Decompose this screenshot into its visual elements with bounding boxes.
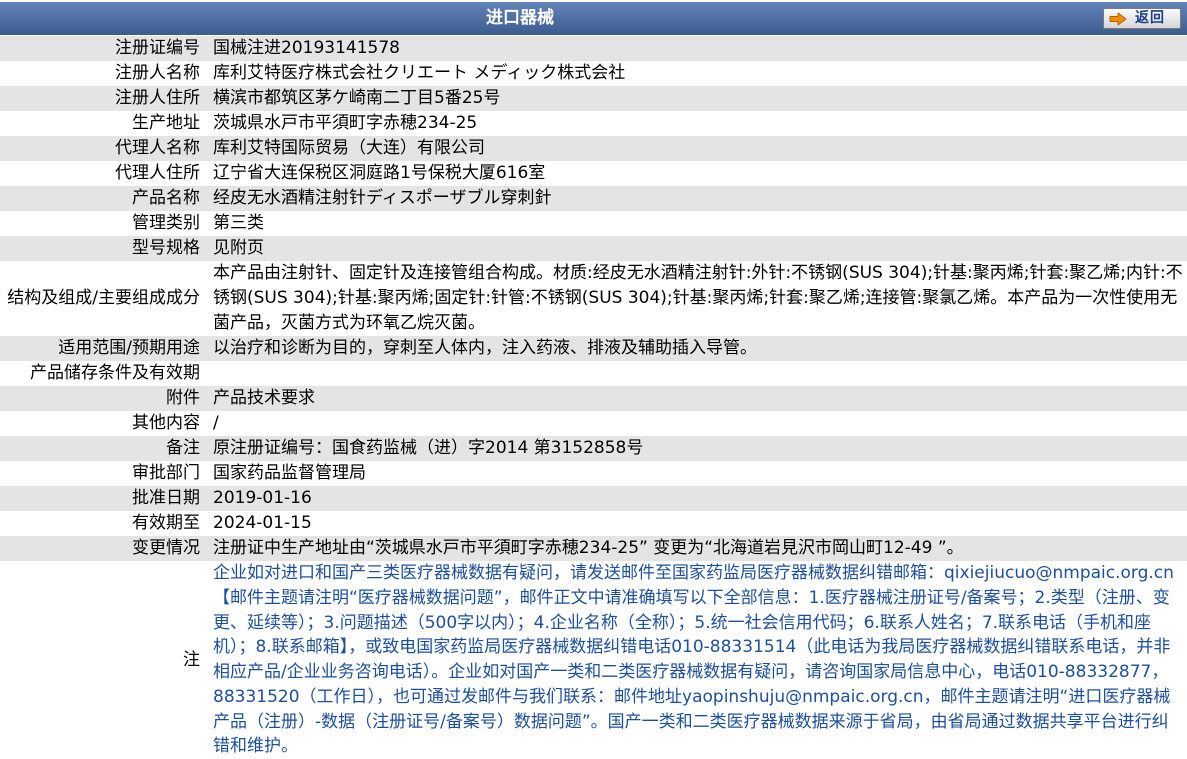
valid-until-label: 有效期至 xyxy=(132,513,200,533)
row-storage-conditions: 产品储存条件及有效期 xyxy=(0,361,1187,386)
row-agent-name: 代理人名称 库利艾特国际贸易（大连）有限公司 xyxy=(0,136,1187,161)
row-approval-department: 审批部门 国家药品监督管理局 xyxy=(0,461,1187,486)
approval-department-value: 国家药品监督管理局 xyxy=(213,463,366,483)
device-detail-page: 进口器械 返回 注册证编号 国械注进20193141578 注册人名称 库利艾特… xyxy=(0,0,1187,759)
row-manufacturing-address: 生产地址 茨城県水戸市平須町字赤穂234-25 xyxy=(0,111,1187,136)
note-text: 企业如对进口和国产三类医疗器械数据有疑问，请发送邮件至国家药监局医疗器械数据纠错… xyxy=(213,563,1174,757)
product-name-label: 产品名称 xyxy=(132,188,200,208)
management-class-value: 第三类 xyxy=(213,213,264,233)
storage-conditions-value xyxy=(205,361,1187,386)
row-remarks: 备注 原注册证编号：国食药监械（进）字2014 第3152858号 xyxy=(0,436,1187,461)
manufacturing-address-value: 茨城県水戸市平須町字赤穂234-25 xyxy=(213,113,478,133)
registration-number-label: 注册证编号 xyxy=(115,38,200,58)
row-structure-composition: 结构及组成/主要组成成分 本产品由注射针、固定针及连接管组合构成。材质:经皮无水… xyxy=(0,261,1187,336)
intended-use-value: 以治疗和诊断为目的，穿刺至人体内，注入药液、排液及辅助插入导管。 xyxy=(213,338,757,358)
approval-department-label: 审批部门 xyxy=(132,463,200,483)
approval-date-label: 批准日期 xyxy=(132,488,200,508)
structure-composition-label: 结构及组成/主要组成成分 xyxy=(7,288,200,308)
row-management-class: 管理类别 第三类 xyxy=(0,211,1187,236)
back-button-label: 返回 xyxy=(1135,10,1165,26)
agent-name-value: 库利艾特国际贸易（大连）有限公司 xyxy=(213,138,485,158)
model-specification-label: 型号规格 xyxy=(132,238,200,258)
row-model-specification: 型号规格 见附页 xyxy=(0,236,1187,261)
row-valid-until: 有效期至 2024-01-15 xyxy=(0,511,1187,536)
arrow-right-icon xyxy=(1109,12,1127,26)
agent-address-value: 辽宁省大连保税区洞庭路1号保税大厦616室 xyxy=(213,163,546,183)
other-content-label: 其他内容 xyxy=(132,413,200,433)
row-agent-address: 代理人住所 辽宁省大连保税区洞庭路1号保税大厦616室 xyxy=(0,161,1187,186)
detail-table: 注册证编号 国械注进20193141578 注册人名称 库利艾特医疗株式会社クリ… xyxy=(0,36,1187,759)
valid-until-value: 2024-01-15 xyxy=(213,513,312,533)
storage-conditions-label: 产品储存条件及有效期 xyxy=(30,363,200,383)
registrant-name-label: 注册人名称 xyxy=(115,63,200,83)
management-class-label: 管理类别 xyxy=(132,213,200,233)
row-product-name: 产品名称 经皮无水酒精注射针ディスポーザブル穿刺針 xyxy=(0,186,1187,211)
change-history-value: 注册证中生产地址由“茨城県水戸市平須町字赤穂234-25” 变更为“北海道岩見沢… xyxy=(213,538,964,558)
remarks-label: 备注 xyxy=(166,438,200,458)
row-attachments: 附件 产品技术要求 xyxy=(0,386,1187,411)
row-registration-number: 注册证编号 国械注进20193141578 xyxy=(0,36,1187,61)
note-label: 注 xyxy=(183,649,200,670)
manufacturing-address-label: 生产地址 xyxy=(132,113,200,133)
row-change-history: 变更情况 注册证中生产地址由“茨城県水戸市平須町字赤穂234-25” 变更为“北… xyxy=(0,536,1187,561)
row-note: 注 企业如对进口和国产三类医疗器械数据有疑问，请发送邮件至国家药监局医疗器械数据… xyxy=(0,561,1187,759)
model-specification-value: 见附页 xyxy=(213,238,264,258)
agent-name-label: 代理人名称 xyxy=(115,138,200,158)
row-other-content: 其他内容 / xyxy=(0,411,1187,436)
remarks-value: 原注册证编号：国食药监械（进）字2014 第3152858号 xyxy=(213,438,644,458)
registrant-address-value: 横滨市都筑区茅ケ崎南二丁目5番25号 xyxy=(213,88,501,108)
agent-address-label: 代理人住所 xyxy=(115,163,200,183)
row-registrant-name: 注册人名称 库利艾特医疗株式会社クリエート メディック株式会社 xyxy=(0,61,1187,86)
page-header: 进口器械 返回 xyxy=(0,2,1187,35)
other-content-value: / xyxy=(213,413,219,433)
attachments-label: 附件 xyxy=(166,388,200,408)
row-registrant-address: 注册人住所 横滨市都筑区茅ケ崎南二丁目5番25号 xyxy=(0,86,1187,111)
structure-composition-value: 本产品由注射针、固定针及连接管组合构成。材质:经皮无水酒精注射针:外针:不锈钢(… xyxy=(213,263,1183,333)
attachments-value: 产品技术要求 xyxy=(213,388,315,408)
registrant-name-value: 库利艾特医疗株式会社クリエート メディック株式会社 xyxy=(213,63,626,83)
registration-number-value: 国械注进20193141578 xyxy=(213,38,400,58)
change-history-label: 变更情况 xyxy=(132,538,200,558)
product-name-value: 经皮无水酒精注射针ディスポーザブル穿刺針 xyxy=(213,188,552,208)
page-title: 进口器械 xyxy=(486,8,554,28)
row-approval-date: 批准日期 2019-01-16 xyxy=(0,486,1187,511)
intended-use-label: 适用范围/预期用途 xyxy=(58,338,200,358)
row-intended-use: 适用范围/预期用途 以治疗和诊断为目的，穿刺至人体内，注入药液、排液及辅助插入导… xyxy=(0,336,1187,361)
approval-date-value: 2019-01-16 xyxy=(213,488,312,508)
registrant-address-label: 注册人住所 xyxy=(115,88,200,108)
back-button[interactable]: 返回 xyxy=(1103,8,1181,29)
